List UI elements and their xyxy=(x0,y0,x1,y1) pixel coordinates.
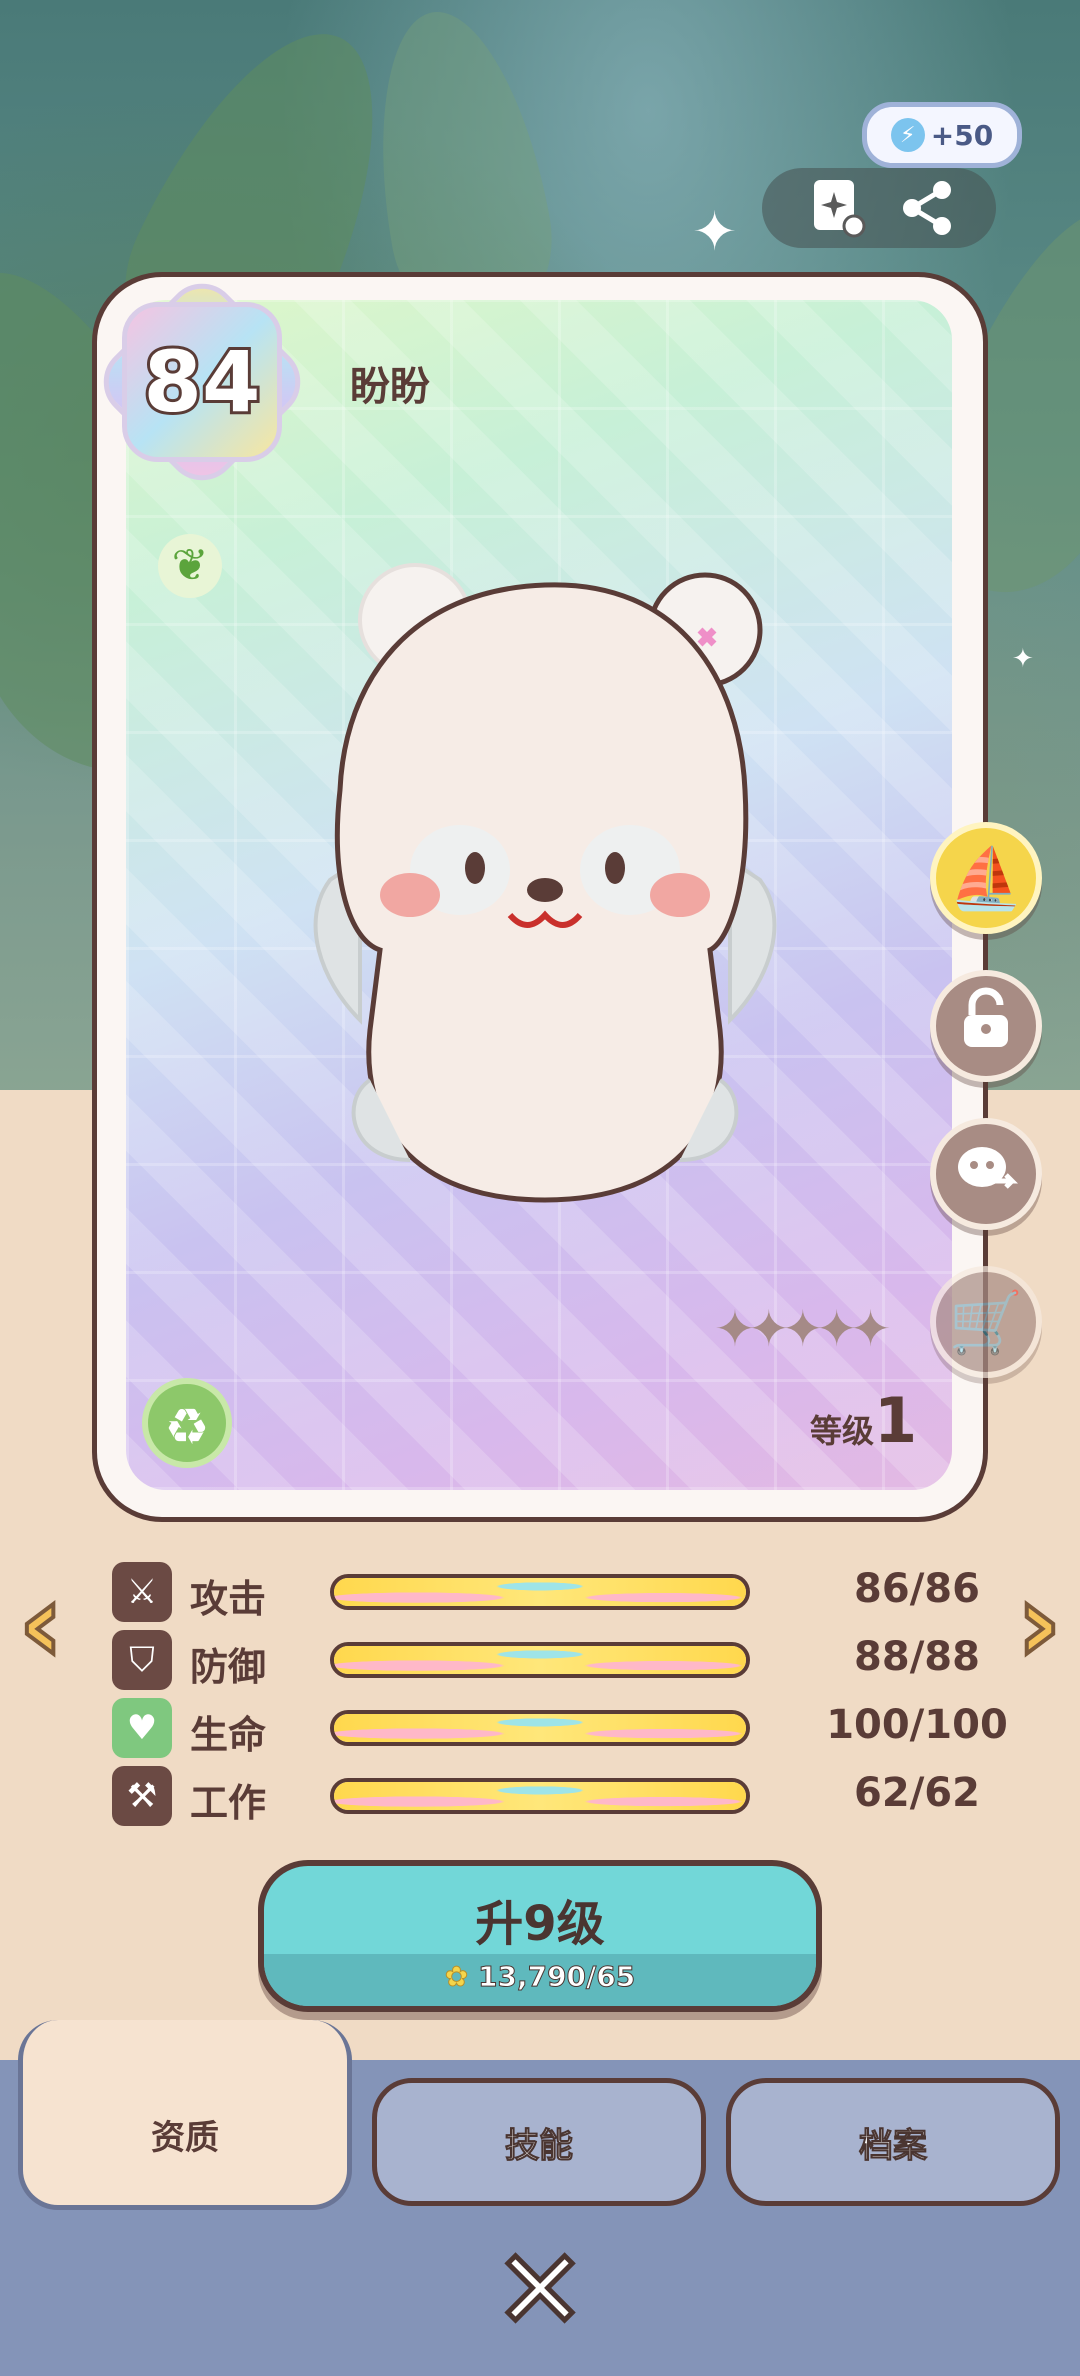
lightning-icon: ⚡ xyxy=(890,118,925,152)
pet-name: 盼盼 xyxy=(350,364,430,410)
lock-button[interactable] xyxy=(930,970,1042,1082)
sword-icon: ⚔ xyxy=(112,1562,172,1622)
stat-health: ♥ 生命 100/100 xyxy=(112,1698,1008,1758)
heart-icon: ♥ xyxy=(112,1698,172,1758)
stat-value: 86/86 xyxy=(854,1566,980,1612)
rank-badge: 84 xyxy=(88,268,316,496)
stat-bar xyxy=(330,1642,750,1678)
stat-value: 88/88 xyxy=(854,1634,980,1680)
tab-aptitude-label: 资质 xyxy=(151,2118,219,2158)
level-value: 1 xyxy=(874,1384,918,1457)
share-icon xyxy=(898,181,958,248)
stat-value: 100/100 xyxy=(826,1702,1008,1748)
close-button[interactable]: ✕ xyxy=(491,2233,588,2348)
previous-pet-button[interactable]: ‹ xyxy=(6,1566,76,1680)
stat-attack: ⚔ 攻击 86/86 xyxy=(112,1562,982,1622)
chevron-right-icon: › xyxy=(1014,1559,1063,1687)
upgrade-title: 升9级 xyxy=(475,1896,605,1952)
stat-bar xyxy=(330,1574,750,1610)
close-icon: ✕ xyxy=(491,2226,588,2354)
transfer-button[interactable] xyxy=(930,1118,1042,1230)
sparkle-icon: ✦ xyxy=(1012,644,1034,674)
shop-button[interactable]: 🛒 xyxy=(930,1266,1042,1378)
upgrade-button[interactable]: 升9级 ✿ 13,790/65 xyxy=(258,1860,822,2012)
stat-label: 工作 xyxy=(190,1781,267,1825)
upgrade-cost: ✿ 13,790/65 xyxy=(444,1960,636,1994)
chevron-left-icon: ‹ xyxy=(16,1559,65,1687)
energy-value: +50 xyxy=(930,118,994,152)
card-star-icon xyxy=(810,180,866,248)
stat-label: 攻击 xyxy=(190,1577,267,1621)
cart-icon: 🛒 xyxy=(948,1287,1024,1358)
sail-button[interactable]: ⛵ xyxy=(930,822,1042,934)
level-display: 等级1 xyxy=(810,1384,917,1457)
shield-icon: ⛉ xyxy=(112,1630,172,1690)
card-favorite-button[interactable] xyxy=(808,178,868,238)
recycle-icon[interactable]: ♻ xyxy=(142,1378,232,1468)
star-rating: ✦ ✦ ✦ ✦ ✦ xyxy=(714,1300,892,1358)
stat-bar xyxy=(330,1778,750,1814)
card-tools xyxy=(762,168,996,248)
share-button[interactable] xyxy=(898,178,958,238)
tab-skills[interactable]: 技能 xyxy=(372,2078,706,2206)
hammer-icon: ⚒ xyxy=(112,1766,172,1826)
stat-label: 防御 xyxy=(190,1645,267,1689)
boat-icon: ⛵ xyxy=(948,843,1024,914)
tab-archive[interactable]: 档案 xyxy=(726,2078,1060,2206)
panda-character xyxy=(313,563,777,1203)
stat-value: 62/62 xyxy=(854,1770,980,1816)
stat-defense: ⛉ 防御 88/88 xyxy=(112,1630,982,1690)
star-icon: ✦ xyxy=(849,1300,892,1358)
stat-work: ⚒ 工作 62/62 xyxy=(112,1766,982,1826)
rank-number: 84 xyxy=(141,330,264,434)
material-icon: ✿ xyxy=(444,1960,469,1994)
stat-bar xyxy=(330,1710,750,1746)
lock-icon xyxy=(958,987,1014,1066)
stat-label: 生命 xyxy=(190,1713,267,1757)
energy-badge[interactable]: ⚡ +50 xyxy=(862,102,1022,168)
transfer-icon xyxy=(954,1137,1019,1212)
sprout-icon: ❦ xyxy=(158,534,222,598)
sparkle-icon: ✦ xyxy=(692,200,738,263)
level-label: 等级 xyxy=(810,1412,875,1450)
